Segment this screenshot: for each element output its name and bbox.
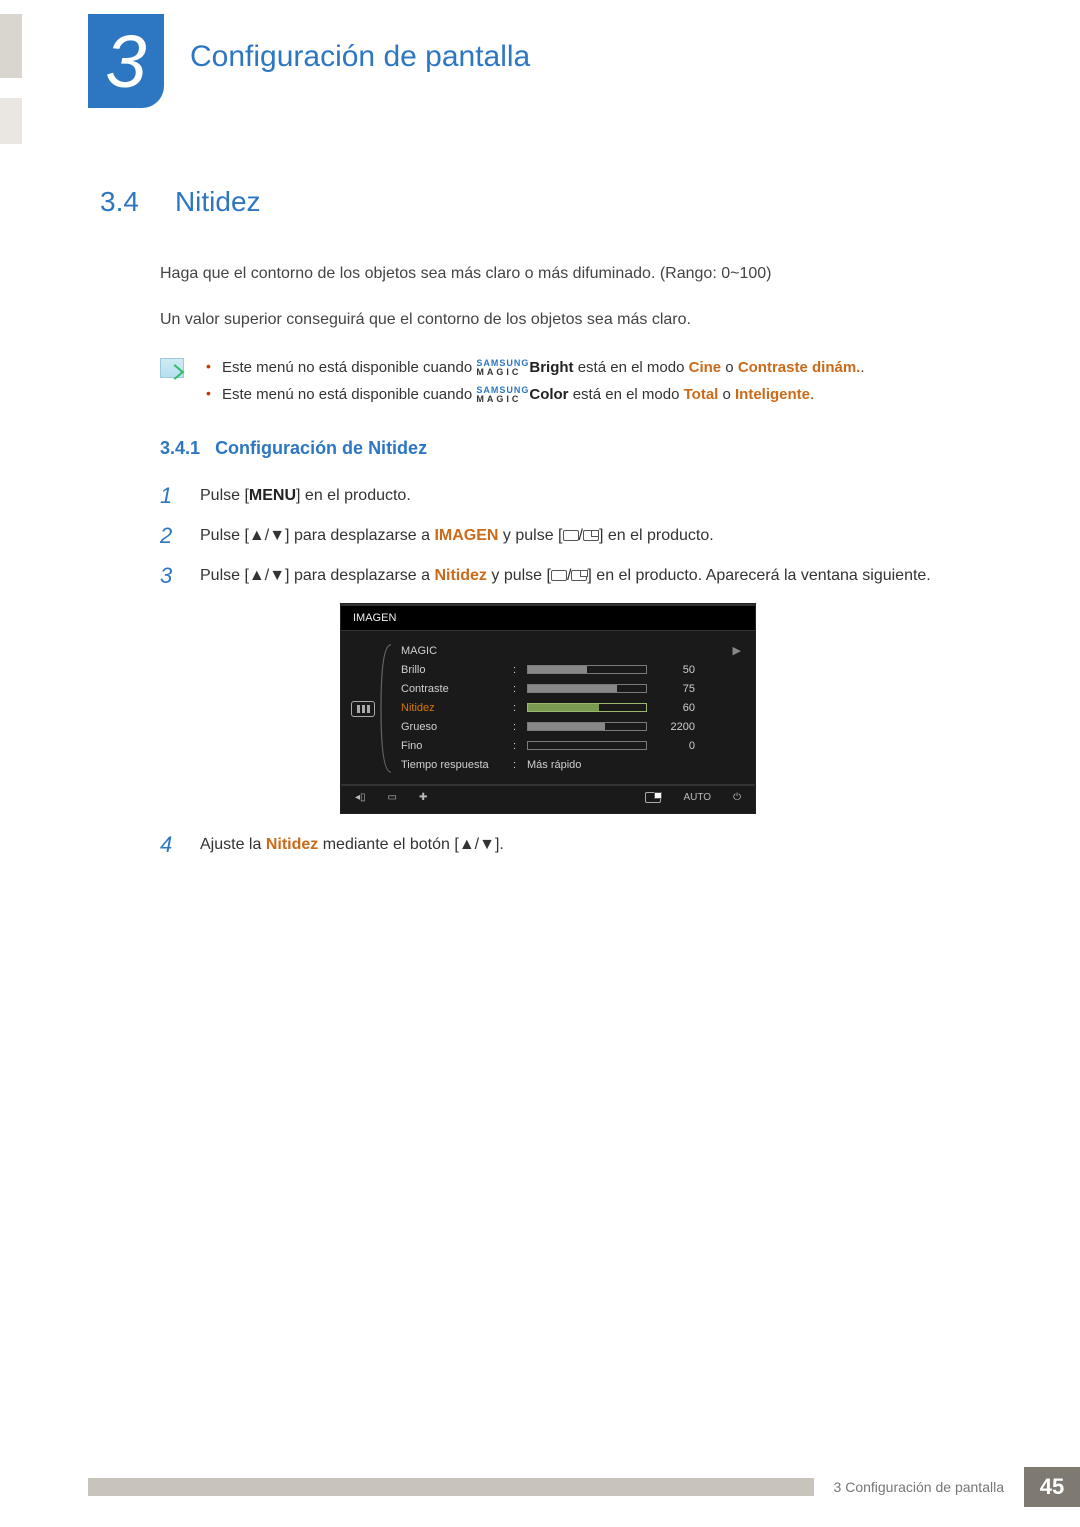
osd-row: Fino:0 xyxy=(401,736,741,755)
step-1: 1 Pulse [MENU] en el producto. xyxy=(160,483,980,509)
osd-back-icon: ◂▯ xyxy=(355,792,366,803)
subsection-title: Configuración de Nitidez xyxy=(215,438,427,458)
section-heading: 3.4 Nitidez xyxy=(100,186,980,218)
footer-label: 3 Configuración de pantalla xyxy=(824,1479,1014,1495)
up-down-icon: ▲/▼ xyxy=(459,836,495,853)
osd-bracket-icon xyxy=(379,643,393,774)
source-icon xyxy=(551,570,567,581)
main-content: 3.4 Nitidez Haga que el contorno de los … xyxy=(100,186,980,872)
osd-slider xyxy=(527,703,647,712)
osd-slider xyxy=(527,665,647,674)
source-icon xyxy=(563,530,579,541)
osd-row-label: Contraste xyxy=(401,683,505,695)
osd-row-label: Nitidez xyxy=(401,702,505,714)
osd-value: 75 xyxy=(655,683,695,695)
intro-paragraph-1: Haga que el contorno de los objetos sea … xyxy=(160,262,980,286)
sidebar-stripe-top xyxy=(0,14,22,78)
note-icon xyxy=(160,358,184,378)
osd-row: Tiempo respuesta:Más rápido xyxy=(401,755,741,774)
footer-bar xyxy=(88,1478,814,1496)
chevron-right-icon: ▶ xyxy=(733,644,741,657)
note-list: Este menú no está disponible cuando SAMS… xyxy=(202,354,865,408)
osd-row-label: MAGIC xyxy=(401,645,505,657)
osd-minus-icon: ▭ xyxy=(388,792,397,803)
osd-slider xyxy=(527,722,647,731)
osd-value: 0 xyxy=(655,740,695,752)
osd-plus-icon: ✚ xyxy=(419,792,427,803)
osd-row: Contraste:75 xyxy=(401,679,741,698)
steps-list: 1 Pulse [MENU] en el producto. 2 Pulse [… xyxy=(160,483,980,589)
note-block: Este menú no está disponible cuando SAMS… xyxy=(160,354,980,408)
page-footer: 3 Configuración de pantalla 45 xyxy=(88,1467,1080,1507)
osd-enter-icon xyxy=(645,792,661,803)
osd-slider xyxy=(527,741,647,750)
osd-row-label: Grueso xyxy=(401,721,505,733)
osd-value: 2200 xyxy=(655,721,695,733)
intro-paragraph-2: Un valor superior conseguirá que el cont… xyxy=(160,308,980,332)
subsection-heading: 3.4.1 Configuración de Nitidez xyxy=(160,438,980,459)
osd-row-label: Tiempo respuesta xyxy=(401,759,505,771)
note-item-1: Este menú no está disponible cuando SAMS… xyxy=(202,354,865,381)
step-4: 4 Ajuste la Nitidez mediante el botón [▲… xyxy=(160,832,980,858)
pip-icon xyxy=(571,570,587,581)
chapter-number: 3 xyxy=(105,19,146,104)
chapter-tab: 3 xyxy=(88,14,164,108)
osd-category-icon xyxy=(351,701,375,717)
section-number: 3.4 xyxy=(100,186,139,218)
osd-row-label: Fino xyxy=(401,740,505,752)
menu-key: MENU xyxy=(249,487,296,504)
osd-value: 60 xyxy=(655,702,695,714)
osd-value: 50 xyxy=(655,664,695,676)
osd-screenshot: IMAGEN MAGIC▶Brillo:50Contraste:75Nitide… xyxy=(340,603,980,814)
pip-icon xyxy=(583,530,599,541)
up-down-icon: ▲/▼ xyxy=(249,567,285,584)
magic-label: MAGIC xyxy=(476,368,529,377)
osd-row: Nitidez:60 xyxy=(401,698,741,717)
osd-row: MAGIC ▶ xyxy=(401,641,741,660)
step-3: 3 Pulse [▲/▼] para desplazarse a Nitidez… xyxy=(160,563,980,589)
osd-row: Grueso:2200 xyxy=(401,717,741,736)
magic-label: MAGIC xyxy=(476,395,529,404)
subsection-number: 3.4.1 xyxy=(160,438,200,458)
chapter-title: Configuración de pantalla xyxy=(190,40,530,74)
sidebar-stripe-bottom xyxy=(0,98,22,144)
osd-footer: ◂▯ ▭ ✚ AUTO ⏻ xyxy=(341,784,755,813)
page-number: 45 xyxy=(1024,1467,1080,1507)
step-2: 2 Pulse [▲/▼] para desplazarse a IMAGEN … xyxy=(160,523,980,549)
osd-row: Brillo:50 xyxy=(401,660,741,679)
osd-auto-label: AUTO xyxy=(683,792,711,803)
steps-list-continued: 4 Ajuste la Nitidez mediante el botón [▲… xyxy=(160,832,980,858)
section-title: Nitidez xyxy=(175,186,261,218)
osd-slider xyxy=(527,684,647,693)
osd-text-value: Más rápido xyxy=(527,759,581,771)
note-item-2: Este menú no está disponible cuando SAMS… xyxy=(202,381,865,408)
osd-row-label: Brillo xyxy=(401,664,505,676)
osd-title: IMAGEN xyxy=(341,604,755,631)
osd-power-icon: ⏻ xyxy=(733,792,741,803)
up-down-icon: ▲/▼ xyxy=(249,527,285,544)
